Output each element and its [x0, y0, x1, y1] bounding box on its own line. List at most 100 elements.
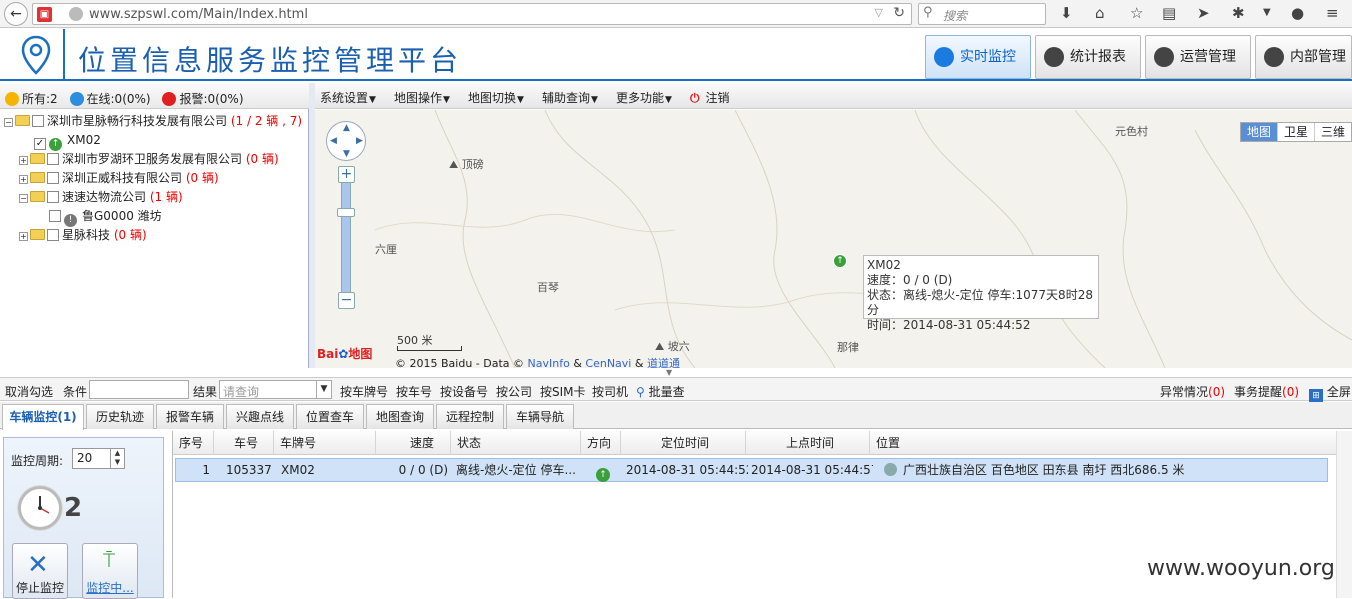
tree-node-company[interactable]: − 速速达物流公司 (1 辆) — [19, 188, 183, 206]
tab-map-query[interactable]: 地图查询 — [366, 404, 434, 429]
monitoring-status-button[interactable]: ⍑ 监控中... — [82, 543, 138, 599]
query-by-sim[interactable]: 按SIM卡 — [540, 383, 586, 400]
bookmark-star-icon[interactable]: ☆ — [1130, 4, 1143, 22]
logout-button[interactable]: ⏻ 注销 — [690, 89, 730, 106]
col-status[interactable]: 状态 — [451, 431, 581, 455]
pan-down-icon[interactable]: ▼ — [343, 149, 350, 159]
query-by-plate[interactable]: 按车牌号 — [340, 383, 388, 400]
navinfo-link[interactable]: NavInfo — [528, 357, 570, 368]
period-value[interactable]: 20 — [77, 451, 92, 465]
checkbox[interactable] — [47, 191, 59, 203]
tab-alarm-vehicles[interactable]: 报警车辆 — [156, 404, 224, 429]
zoom-in-button[interactable]: + — [338, 166, 355, 183]
legend-alarm[interactable]: 报警:0(0%) — [179, 92, 243, 106]
send-icon[interactable]: ➤ — [1197, 4, 1210, 22]
tree-node-vehicle[interactable]: ! 鲁G0000 潍坊 — [49, 207, 162, 227]
period-stepper[interactable]: 20 ▲ ▼ — [72, 448, 125, 469]
url-bar[interactable]: ▣ www.szpswl.com/Main/Index.html ▽ ↻ — [32, 3, 912, 25]
tab-internal[interactable]: 内部管理 — [1255, 35, 1352, 79]
map-ops-menu[interactable]: 地图操作▼ — [394, 89, 450, 106]
tab-realtime-monitor[interactable]: 实时监控 — [925, 35, 1031, 79]
history-dropdown-icon[interactable]: ▽ — [875, 6, 883, 19]
pan-up-icon[interactable]: ▲ — [343, 123, 350, 133]
tree-node-label[interactable]: 星脉科技 — [62, 228, 110, 242]
expand-icon[interactable]: + — [19, 156, 28, 165]
result-select[interactable]: 请查询 ▼ — [219, 380, 332, 399]
tree-node-label[interactable]: XM02 — [67, 133, 101, 147]
query-by-company[interactable]: 按公司 — [496, 383, 532, 400]
table-row[interactable]: 1 105337 XM02 0 / 0 (D) 离线-熄火-定位 停车... ↑… — [175, 458, 1328, 482]
stop-monitor-button[interactable]: ✕ 停止监控 — [12, 543, 68, 599]
browser-menu-icon[interactable]: ≡ — [1326, 4, 1339, 22]
cancel-select-link[interactable]: 取消勾选 — [5, 383, 53, 400]
col-plate[interactable]: 车牌号 — [274, 431, 376, 455]
tree-node-label[interactable]: 深圳市星脉畅行科技发展有限公司 — [47, 114, 227, 128]
map-type-3d[interactable]: 三维 — [1315, 123, 1351, 141]
col-speed[interactable]: 速度 — [376, 431, 451, 455]
col-locate-time[interactable]: 定位时间 — [621, 431, 746, 455]
home-icon[interactable]: ⌂ — [1095, 4, 1105, 22]
assist-query-menu[interactable]: 辅助查询▼ — [542, 89, 598, 106]
checkbox-checked[interactable]: ✓ — [34, 138, 46, 150]
download-icon[interactable]: ⬇ — [1060, 4, 1073, 22]
checkbox[interactable] — [47, 172, 59, 184]
pan-left-icon[interactable]: ◀ — [330, 136, 337, 146]
checkbox[interactable] — [47, 229, 59, 241]
tree-node-company[interactable]: + 深圳市罗湖环卫服务发展有限公司 (0 辆) — [19, 150, 279, 168]
pan-right-icon[interactable]: ▶ — [356, 136, 363, 146]
tab-remote-control[interactable]: 远程控制 — [436, 404, 504, 429]
col-car-no[interactable]: 车号 — [214, 431, 274, 455]
library-icon[interactable]: ▤ — [1162, 4, 1176, 22]
collapse-map-icon[interactable]: ▼ — [666, 368, 672, 377]
fullscreen-button[interactable]: ⊞ 全屏 — [1309, 383, 1351, 403]
reload-icon[interactable]: ↻ — [893, 5, 905, 21]
system-settings-menu[interactable]: 系统设置▼ — [320, 89, 376, 106]
zoom-slider-handle[interactable] — [337, 208, 355, 217]
addon-icon[interactable]: ✱ — [1232, 4, 1245, 22]
tab-operations[interactable]: 运营管理 — [1145, 35, 1251, 79]
chevron-down-icon[interactable]: ▼ — [316, 380, 331, 399]
col-direction[interactable]: 方向 — [581, 431, 621, 455]
col-index[interactable]: 序号 — [173, 431, 214, 455]
tab-poi[interactable]: 兴趣点线 — [226, 404, 294, 429]
tree-node-company[interactable]: + 星脉科技 (0 辆) — [19, 226, 147, 244]
map-pan-control[interactable]: ▲ ▼ ◀ ▶ — [326, 121, 366, 161]
tab-locate-vehicle[interactable]: 位置查车 — [296, 404, 364, 429]
collapse-icon[interactable]: − — [19, 194, 28, 203]
query-by-car[interactable]: 按车号 — [396, 383, 432, 400]
back-icon[interactable]: ← — [4, 2, 28, 26]
tree-node-label[interactable]: 深圳市罗湖环卫服务发展有限公司 — [62, 152, 242, 166]
chat-icon[interactable]: ● — [1291, 4, 1304, 22]
abnormal-link[interactable]: 异常情况(0) — [1160, 383, 1225, 400]
map-type-normal[interactable]: 地图 — [1241, 123, 1278, 141]
map-type-satellite[interactable]: 卫星 — [1278, 123, 1315, 141]
more-functions-menu[interactable]: 更多功能▼ — [616, 89, 672, 106]
tree-node-label[interactable]: 速速达物流公司 — [62, 190, 146, 204]
daotong-link[interactable]: 道道通 — [647, 357, 680, 368]
vehicle-marker-icon[interactable]: ↑ — [833, 254, 847, 268]
menu-dropdown-icon[interactable]: ▼ — [1263, 7, 1271, 18]
tree-node-label[interactable]: 深圳正威科技有限公司 — [62, 171, 182, 185]
expand-icon[interactable]: + — [19, 232, 28, 241]
map-canvas[interactable]: ⛰ 顶磅 六厘 百琴 ⛰ 坡六 那律 元色村 ▲ ▼ ◀ ▶ + − 地图 卫星… — [315, 110, 1352, 368]
tab-vehicle-monitor[interactable]: 车辆监控(1) — [2, 404, 84, 430]
checkbox[interactable] — [49, 210, 61, 222]
condition-input[interactable] — [89, 380, 189, 399]
collapse-icon[interactable]: − — [4, 118, 13, 127]
checkbox[interactable] — [47, 153, 59, 165]
zoom-track[interactable] — [341, 168, 351, 303]
tree-node-company[interactable]: + 深圳正威科技有限公司 (0 辆) — [19, 169, 219, 187]
query-by-driver[interactable]: 按司机 — [592, 383, 628, 400]
checkbox[interactable] — [32, 115, 44, 127]
stepper-arrows-icon[interactable]: ▲ ▼ — [110, 449, 124, 468]
query-by-device[interactable]: 按设备号 — [440, 383, 488, 400]
grid-scrollbar[interactable] — [1336, 431, 1352, 598]
legend-online[interactable]: 在线:0(0%) — [87, 92, 151, 106]
reminder-link[interactable]: 事务提醒(0) — [1234, 383, 1299, 400]
col-position[interactable]: 位置 — [870, 431, 1336, 455]
map-switch-menu[interactable]: 地图切换▼ — [468, 89, 524, 106]
cennavi-link[interactable]: CenNavi — [585, 357, 631, 368]
tree-node-label[interactable]: 鲁G0000 潍坊 — [82, 209, 162, 223]
url-text[interactable]: www.szpswl.com/Main/Index.html — [89, 7, 308, 22]
tree-node-company[interactable]: − 深圳市星脉畅行科技发展有限公司 (1 / 2 辆 , 7) — [4, 112, 302, 130]
